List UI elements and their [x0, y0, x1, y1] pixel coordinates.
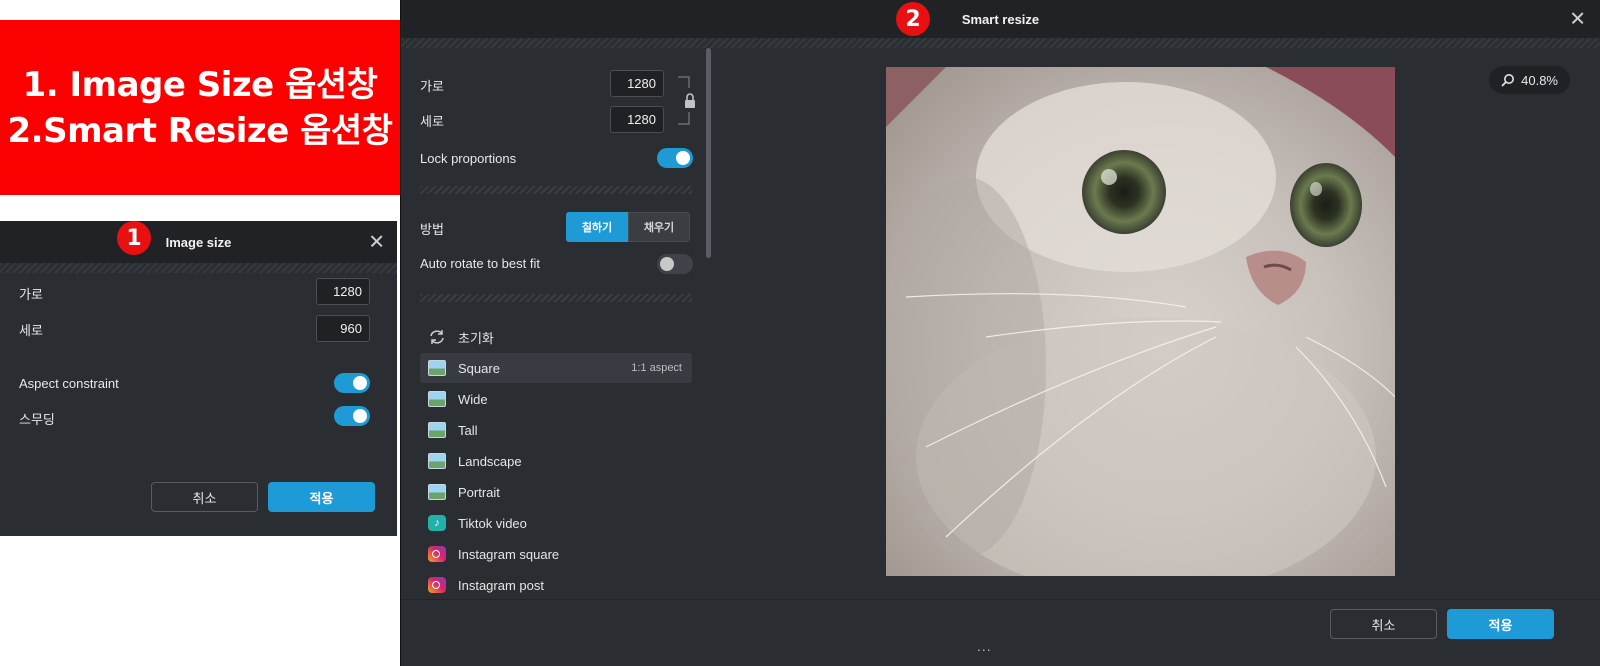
step-badge: 1 — [117, 221, 151, 255]
list-item-tiktok-video[interactable]: ♪ Tiktok video — [420, 508, 692, 538]
preview-image — [886, 67, 1395, 576]
height-field[interactable]: 960 — [316, 315, 370, 342]
section-divider — [420, 294, 692, 302]
magnifier-icon — [1501, 74, 1515, 87]
instagram-icon — [428, 577, 446, 593]
height-label: 세로 — [420, 114, 444, 129]
tiktok-icon: ♪ — [428, 515, 446, 531]
dialog-title: Image size — [165, 234, 232, 250]
list-item-portrait[interactable]: Portrait — [420, 477, 692, 507]
method-label: 방법 — [420, 222, 444, 237]
lock-proportions-label: Lock proportions — [420, 151, 517, 166]
lock-proportions-toggle[interactable] — [657, 148, 693, 168]
method-option-paint[interactable]: 칠하기 — [566, 212, 628, 242]
dialog-title: Smart resize — [961, 11, 1040, 27]
smoothing-label: 스무딩 — [19, 412, 55, 427]
method-segmented-control: 칠하기 채우기 — [566, 212, 690, 242]
list-item-wide[interactable]: Wide — [420, 384, 692, 414]
list-item-instagram-square[interactable]: Instagram square — [420, 539, 692, 569]
list-item-label: Tiktok video — [458, 515, 527, 531]
image-thumbnail-icon — [428, 360, 446, 376]
apply-button[interactable]: 적용 — [1447, 609, 1554, 639]
list-item-label: Instagram post — [458, 577, 544, 593]
lock-icon[interactable] — [676, 76, 696, 128]
title-divider — [0, 263, 397, 273]
smart-resize-titlebar: 2 Smart resize ✕ — [401, 0, 1600, 38]
annotation-banner: 1. Image Size 옵션창 2.Smart Resize 옵션창 — [0, 20, 400, 195]
method-option-fill[interactable]: 채우기 — [628, 212, 690, 242]
list-item-label: Portrait — [458, 484, 500, 500]
image-thumbnail-icon — [428, 422, 446, 438]
list-item-label: Landscape — [458, 453, 522, 469]
width-field[interactable]: 1280 — [610, 70, 664, 97]
section-divider — [420, 186, 692, 194]
title-divider — [401, 38, 1600, 48]
list-item-label: 초기화 — [458, 330, 494, 346]
list-item-reset[interactable]: 초기화 — [420, 322, 692, 352]
image-size-titlebar: 1 Image size ✕ — [0, 221, 397, 263]
width-label: 가로 — [19, 287, 43, 302]
width-field[interactable]: 1280 — [316, 278, 370, 305]
aspect-hint: 1:1 aspect — [631, 362, 682, 374]
instagram-icon — [428, 546, 446, 562]
cancel-button[interactable]: 취소 — [151, 482, 258, 512]
height-label: 세로 — [19, 323, 43, 338]
auto-rotate-label: Auto rotate to best fit — [420, 256, 540, 271]
image-thumbnail-icon — [428, 453, 446, 469]
aspect-constraint-toggle[interactable] — [334, 373, 370, 393]
list-item-label: Square — [458, 360, 500, 376]
aspect-constraint-label: Aspect constraint — [19, 376, 119, 391]
zoom-indicator[interactable]: 40.8% — [1489, 66, 1570, 94]
list-item-instagram-post[interactable]: Instagram post — [420, 570, 692, 600]
close-icon[interactable]: ✕ — [1569, 7, 1586, 32]
sidebar-scrollbar[interactable] — [706, 48, 711, 258]
reset-icon — [430, 330, 444, 344]
apply-button[interactable]: 적용 — [268, 482, 375, 512]
zoom-value: 40.8% — [1521, 72, 1558, 88]
list-item-square[interactable]: Square 1:1 aspect — [420, 353, 692, 383]
list-item-label: Wide — [458, 391, 488, 407]
image-thumbnail-icon — [428, 484, 446, 500]
cancel-button[interactable]: 취소 — [1330, 609, 1437, 639]
close-icon[interactable]: ✕ — [368, 230, 385, 255]
smart-resize-dialog: 2 Smart resize ✕ 가로 1280 세로 1280 Lock pr… — [400, 0, 1600, 666]
list-item-label: Tall — [458, 422, 478, 438]
width-label: 가로 — [420, 79, 444, 94]
step-badge: 2 — [896, 2, 930, 36]
banner-line-1: 1. Image Size 옵션창 — [22, 64, 378, 105]
height-field[interactable]: 1280 — [610, 106, 664, 133]
list-item-label: Instagram square — [458, 546, 560, 562]
auto-rotate-toggle[interactable] — [657, 254, 693, 274]
footer-divider — [402, 599, 1600, 600]
banner-line-2: 2.Smart Resize 옵션창 — [7, 110, 393, 151]
image-thumbnail-icon — [428, 391, 446, 407]
list-item-tall[interactable]: Tall — [420, 415, 692, 445]
resize-grip[interactable]: ... — [977, 638, 992, 654]
list-item-landscape[interactable]: Landscape — [420, 446, 692, 476]
image-size-dialog: 1 Image size ✕ 가로 1280 세로 960 Aspect con… — [0, 221, 397, 536]
smoothing-toggle[interactable] — [334, 406, 370, 426]
